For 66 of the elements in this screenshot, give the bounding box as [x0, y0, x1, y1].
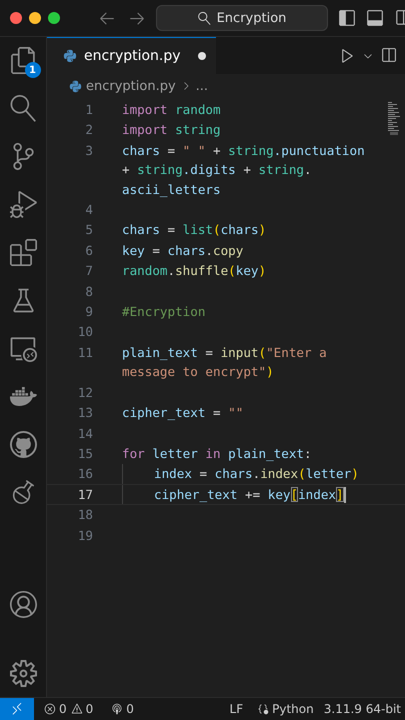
notification-badge: 1 — [24, 62, 40, 78]
line-number: 2 — [84, 121, 93, 140]
code-line: import random — [122, 102, 221, 117]
language-mode[interactable]: Python — [272, 702, 314, 716]
close-button[interactable] — [10, 12, 22, 24]
code-line: for letter in plain_text: — [122, 446, 312, 461]
line-number: 3 — [84, 142, 93, 160]
maximize-button[interactable] — [48, 12, 60, 24]
line-number: 18 — [76, 506, 93, 524]
ports-count[interactable]: 0 — [126, 702, 134, 716]
ports-icon[interactable] — [111, 703, 124, 715]
line-number: 16 — [76, 465, 93, 484]
error-count[interactable]: 0 — [59, 702, 67, 716]
code-line: chars = list(chars) — [122, 222, 266, 238]
search-field[interactable]: Encryption — [156, 5, 328, 31]
line-ending[interactable]: LF — [230, 702, 244, 716]
line-number: 11 — [76, 344, 93, 362]
code-line: key = chars.copy — [122, 242, 244, 258]
sidebar-toggle-icon[interactable] — [338, 9, 356, 27]
line-number: 19 — [76, 526, 93, 545]
line-number: 13 — [76, 404, 93, 422]
line-number: 8 — [84, 282, 93, 301]
split-editor-icon[interactable] — [380, 47, 397, 64]
line-number: 1 — [84, 101, 93, 119]
tab-label: encryption.py — [84, 48, 181, 64]
breadcrumb-item[interactable]: encryption.py — [86, 78, 176, 94]
run-debug-icon[interactable] — [10, 191, 36, 218]
line-number: 7 — [84, 262, 93, 280]
code-line: cipher_text = "" — [122, 405, 244, 420]
language-icon[interactable] — [257, 703, 270, 715]
code-line: #Encryption — [122, 304, 206, 320]
error-icon[interactable] — [44, 703, 56, 715]
code-line: index = chars.index(letter) — [154, 466, 359, 482]
code-line: random.shuffle(key) — [122, 263, 266, 278]
code-line: import string — [122, 122, 221, 138]
code-line: plain_text = input("Enter a message to encrypt") — [122, 344, 328, 380]
breadcrumb-item[interactable]: ... — [196, 78, 208, 94]
line-number: 5 — [84, 221, 93, 240]
minimize-button[interactable] — [29, 12, 41, 24]
code-line: chars = " " + string.punctuation + string.digits + string. ascii_letters — [122, 142, 366, 197]
line-number: 10 — [76, 323, 93, 342]
line-number: 15 — [76, 444, 93, 463]
warning-icon[interactable] — [70, 703, 83, 715]
panel-toggle-icon[interactable] — [366, 9, 384, 27]
minimap-drawing[interactable] — [387, 102, 401, 136]
settings-icon[interactable] — [10, 660, 36, 687]
interpreter-version[interactable]: 3.11.9 64-bit — [324, 702, 401, 716]
text-cursor — [344, 487, 346, 504]
line-number: 17 — [76, 486, 93, 504]
line-number: 4 — [84, 201, 93, 220]
remote-explorer-icon[interactable] — [10, 335, 36, 362]
extensions-icon[interactable] — [10, 239, 36, 266]
search-icon[interactable] — [10, 95, 36, 122]
account-icon[interactable] — [10, 591, 36, 618]
remote-icon — [10, 702, 24, 716]
warning-count[interactable]: 0 — [86, 702, 94, 716]
line-number: 12 — [76, 384, 93, 402]
github-icon[interactable] — [10, 431, 36, 458]
line-number: 9 — [84, 303, 93, 322]
python-icon — [69, 80, 82, 92]
line-number: 14 — [76, 424, 93, 442]
search-icon — [198, 12, 211, 24]
code-line: cipher_text += key[index] — [154, 486, 344, 502]
file-tab[interactable]: encryption.py — [47, 37, 216, 74]
python-icon — [63, 49, 77, 63]
line-number: 6 — [84, 242, 93, 260]
